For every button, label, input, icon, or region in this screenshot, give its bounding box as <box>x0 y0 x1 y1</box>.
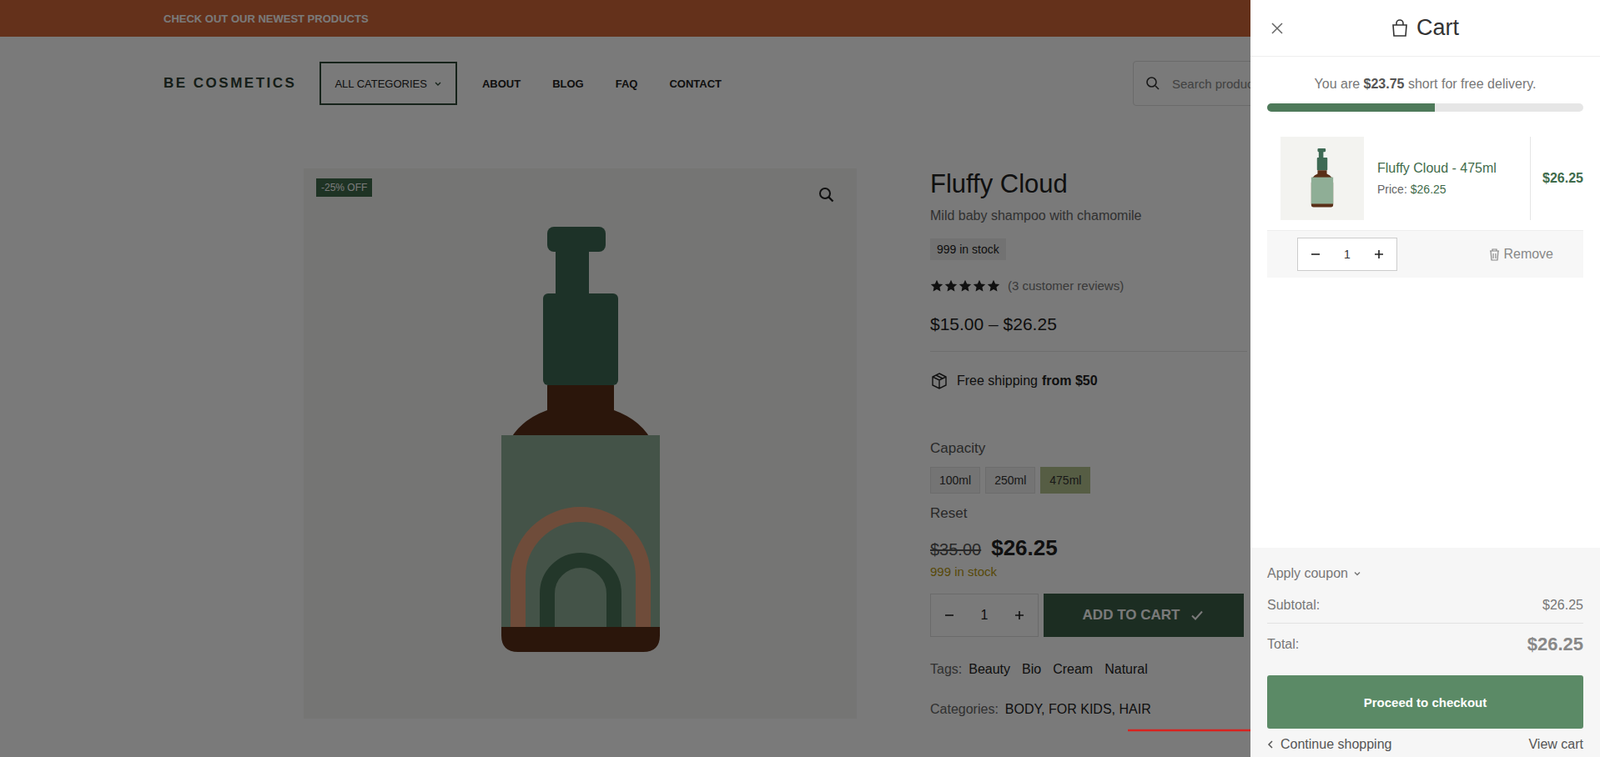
trash-icon <box>1489 248 1500 262</box>
item-quantity-input[interactable]: 1 <box>1343 247 1351 262</box>
plus-icon[interactable] <box>1373 248 1385 261</box>
minus-icon[interactable] <box>1309 248 1322 261</box>
free-delivery-message: You are $23.75 short for free delivery. <box>1267 76 1584 92</box>
total-row: Total:$26.25 <box>1267 633 1584 656</box>
cart-item: Fluffy Cloud - 475ml Price:$26.25$26.25 1 R… <box>1267 136 1584 278</box>
subtotal-row: Subtotal:$26.25 <box>1267 598 1584 624</box>
cart-drawer: Cart You are $23.75 short for free delive… <box>1250 0 1600 757</box>
close-icon[interactable] <box>1270 21 1284 36</box>
item-quantity: 1 <box>1297 237 1398 272</box>
annotation-arrow-icon <box>1127 725 1270 736</box>
remove-button[interactable]: Remove <box>1489 246 1554 262</box>
cart-title: Cart <box>1303 15 1547 41</box>
item-name[interactable]: Fluffy Cloud - 475ml <box>1377 161 1530 177</box>
checkout-button[interactable]: Proceed to checkout <box>1267 675 1584 730</box>
bag-icon <box>1391 19 1409 38</box>
item-price: Price:$26.25 <box>1377 182 1530 197</box>
free-delivery-progress <box>1267 103 1584 112</box>
continue-shopping-link[interactable]: Continue shopping <box>1267 737 1392 753</box>
chevron-left-icon <box>1267 740 1274 750</box>
item-thumbnail[interactable] <box>1280 136 1364 221</box>
bottle-icon <box>1309 148 1335 209</box>
chevron-down-icon <box>1353 569 1362 579</box>
cart-body: You are $23.75 short for free delivery. F… <box>1250 56 1600 549</box>
apply-coupon[interactable]: Apply coupon <box>1267 566 1584 582</box>
item-total: $26.25 <box>1529 136 1584 221</box>
cart-footer: Apply coupon Subtotal:$26.25 Total:$26.25 P… <box>1250 548 1600 757</box>
view-cart-link[interactable]: View cart <box>1528 737 1584 753</box>
cart-header: Cart <box>1250 0 1600 57</box>
progress-fill <box>1267 103 1435 112</box>
